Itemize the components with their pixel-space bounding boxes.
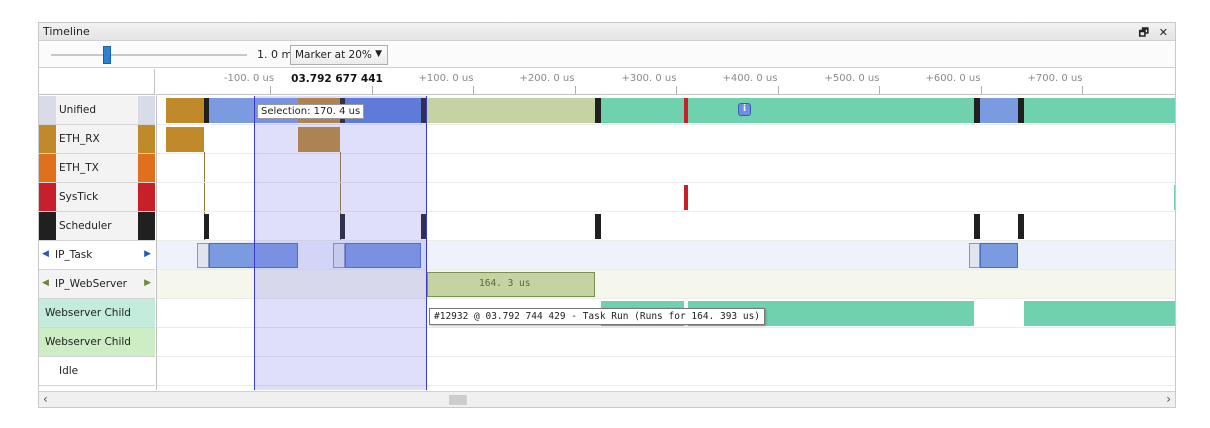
track-label-text: SysTick [59,191,99,203]
track-color-swatch [138,125,155,153]
ruler-tickline [1082,86,1083,94]
info-icon[interactable]: i [738,103,751,116]
ruler-tickline [473,86,474,94]
track-label-ip-webserver[interactable]: ◀ IP_WebServer ▶ [39,270,155,299]
ruler-tickline [575,86,576,94]
zoom-slider-track[interactable] [51,54,247,56]
track-color-swatch [138,96,155,124]
time-selection[interactable] [254,96,427,390]
ruler-corner [39,69,155,95]
track-label-systick[interactable]: SysTick [39,183,155,212]
track-label-webserver-child-2[interactable]: Webserver Child [39,328,155,357]
horizontal-scrollbar[interactable]: ‹ › [39,391,1175,407]
time-ruler[interactable]: -100. 0 us 03.792 677 441 +100. 0 us +20… [156,69,1175,95]
ruler-tick: +400. 0 us [722,73,778,84]
scrollbar-thumb[interactable] [449,395,467,405]
track-label-text: ETH_TX [59,162,99,174]
selection-label: Selection: 170. 4 us [257,104,365,119]
ruler-tickline [778,86,779,94]
systick-event[interactable] [684,185,688,210]
scheduler-event[interactable] [595,214,601,239]
track-label-unified[interactable]: Unified [39,96,155,125]
ruler-tick: +100. 0 us [418,73,474,84]
track-label-eth-tx[interactable]: ETH_TX [39,154,155,183]
track-label-scheduler[interactable]: Scheduler [39,212,155,241]
ruler-tick: -100. 0 us [223,73,275,84]
ruler-tickline [676,86,677,94]
unified-segment[interactable] [601,98,684,123]
track-area[interactable]: i 164. 3 us Selection: 170. 4 us #12932 … [156,96,1175,390]
track-label-text: Webserver Child [45,307,131,319]
ip-task-ready[interactable] [969,243,980,268]
track-color-swatch [138,183,155,211]
ruler-tick: +600. 0 us [925,73,981,84]
track-color-swatch [138,154,155,182]
window-controls-icon[interactable]: 🗗 ✕ [1139,24,1171,43]
ruler-tick: +500. 0 us [824,73,880,84]
track-label-text: Unified [59,104,96,116]
arrow-right-icon[interactable]: ▶ [144,249,151,259]
webserver-child-run[interactable] [1024,301,1175,326]
marker-dropdown-value: Marker at 20% [295,49,372,61]
ruler-tickline [879,86,880,94]
ruler-tick: +300. 0 us [621,73,677,84]
track-label-text: Idle [59,365,79,377]
timeline-window: Timeline 🗗 ✕ 1. 0 ms Marker at 20% ▼ -10… [38,22,1176,408]
zoom-slider-thumb[interactable] [103,46,111,64]
scheduler-event[interactable] [1018,214,1024,239]
track-label-eth-rx[interactable]: ETH_RX [39,125,155,154]
track-color-swatch [39,183,56,211]
track-color-swatch [39,96,56,124]
track-color-swatch [138,212,155,240]
track-label-text: IP_WebServer [55,278,128,290]
marker-dropdown[interactable]: Marker at 20% ▼ [290,45,388,65]
track-label-webserver-child-1[interactable]: Webserver Child [39,299,155,328]
ip-task-ready[interactable] [197,243,209,268]
unified-segment[interactable] [166,98,204,123]
track-label-text: Webserver Child [45,336,131,348]
track-color-swatch [39,154,56,182]
ip-task-run[interactable] [980,243,1018,268]
ruler-tickline [372,86,373,94]
track-label-text: ETH_RX [59,133,100,145]
scroll-right-icon[interactable]: › [1166,392,1171,406]
eth-rx-task[interactable] [166,127,204,152]
track-label-text: IP_Task [55,249,93,261]
arrow-right-icon[interactable]: ▶ [144,278,151,288]
track-label-ip-task[interactable]: ◀ IP_Task ▶ [39,241,155,270]
track-label-idle[interactable]: Idle [39,357,155,386]
unified-segment[interactable] [980,98,1018,123]
unified-segment[interactable] [688,98,974,123]
scroll-left-icon[interactable]: ‹ [43,392,48,406]
arrow-left-icon[interactable]: ◀ [42,249,49,259]
ruler-tick: +200. 0 us [519,73,575,84]
ruler-tick-center: 03.792 677 441 [291,73,383,85]
ip-webserver-duration: 164. 3 us [479,278,531,289]
window-title: Timeline [43,25,90,38]
ruler-tickline [981,86,982,94]
track-color-swatch [39,212,56,240]
track-color-swatch [39,125,56,153]
track-labels: Unified ETH_RX ETH_TX SysTick Scheduler … [39,96,155,390]
toolbar: 1. 0 ms Marker at 20% ▼ [39,42,1175,68]
scheduler-event[interactable] [204,214,209,239]
ruler-tick: +700. 0 us [1027,73,1083,84]
scheduler-event[interactable] [974,214,980,239]
event-tooltip: #12932 @ 03.792 744 429 - Task Run (Runs… [429,308,766,325]
unified-segment[interactable] [1024,98,1175,123]
chevron-down-icon: ▼ [375,49,382,59]
arrow-left-icon[interactable]: ◀ [42,278,49,288]
systick-event[interactable] [1174,185,1175,210]
unified-segment[interactable] [427,98,595,123]
track-label-text: Scheduler [59,220,112,232]
title-bar: Timeline 🗗 ✕ [39,23,1175,41]
ruler-tickline [270,86,271,94]
